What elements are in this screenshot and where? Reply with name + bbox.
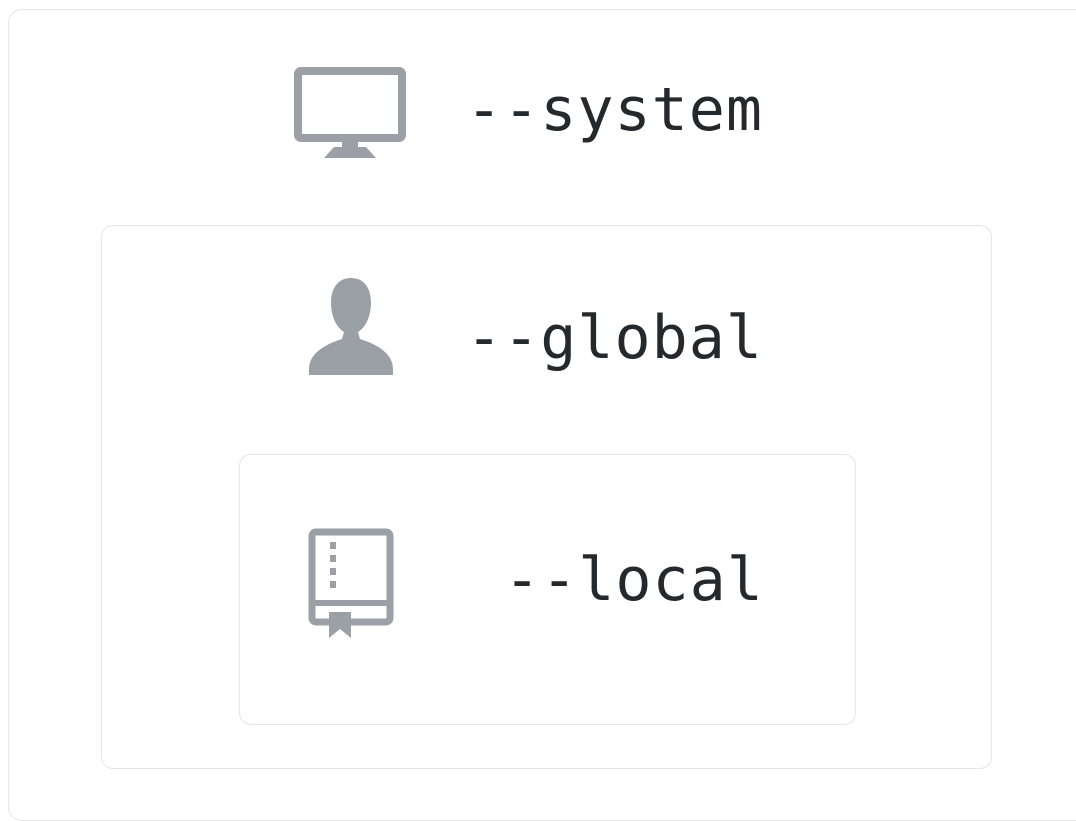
- system-option-label: --system: [466, 75, 763, 145]
- monitor-icon: [294, 67, 406, 158]
- global-option-label: --global: [466, 303, 763, 373]
- user-icon: [309, 278, 393, 375]
- repository-book-icon: [308, 528, 394, 638]
- local-option-label: --local: [504, 545, 764, 615]
